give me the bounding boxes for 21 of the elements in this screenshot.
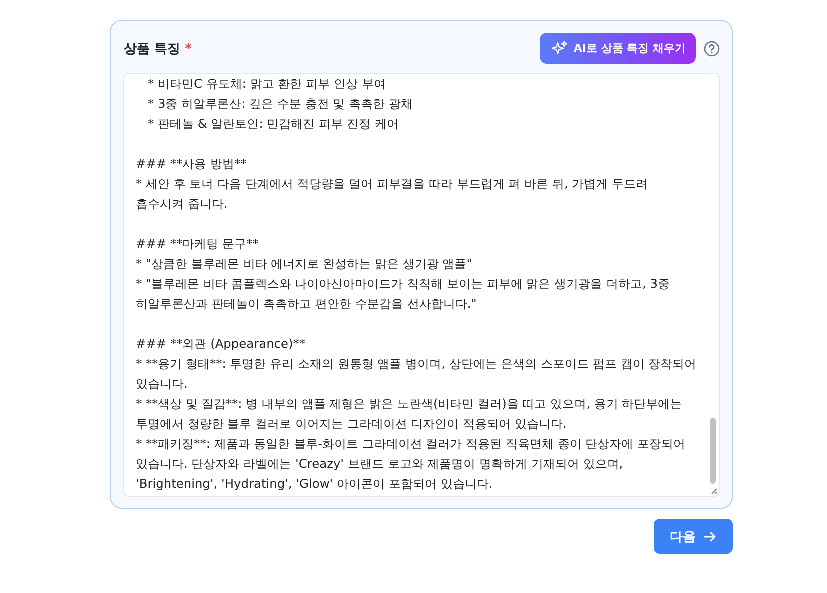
sparkle-icon — [552, 40, 568, 56]
text-paragraph: * **색상 및 질감**: 병 내부의 앰플 제형은 밝은 노란색(비타민 컬러)을 띠고 있으며, 용기 하단부에는 투명에서 청량한 블루 컬러로 이어지는 그라데이션 디자인이 적용되어 있습니다. — [136, 396, 684, 433]
next-button[interactable]: 다음 — [654, 519, 733, 554]
arrow-right-icon — [704, 530, 717, 542]
text-paragraph: * 비타민C 유도체: 맑고 환한 피부 인상 부여 — [147, 76, 387, 93]
text-paragraph: * 3중 히알루론산: 깊은 수분 충전 및 촉촉한 광채 — [147, 96, 414, 113]
text-paragraph: * "블루레몬 비타 콤플렉스와 나이아신아마이드가 칙칙해 보이는 피부에 맑은 생기광을 더하고, 3중 히알루론산과 판테놀이 촉촉하고 편안한 수분감을 선사합니다." — [136, 276, 671, 313]
text-paragraph: * 세안 후 토너 다음 단계에서 적당량을 덜어 피부결을 따라 부드럽게 펴 바른 뒤, 가볍게 두드려 흡수시켜 줍니다. — [136, 176, 650, 213]
text-paragraph: ### **외관 (Appearance)** — [136, 336, 306, 353]
help-icon[interactable] — [704, 40, 720, 56]
field-label: 상품 특징 * — [123, 40, 193, 58]
resize-handle-icon[interactable] — [710, 487, 718, 495]
ai-fill-button[interactable]: AI로 상품 특징 채우기 — [540, 33, 696, 64]
text-paragraph: ### **사용 방법** — [136, 156, 248, 173]
text-paragraph: * **패키징**: 제품과 동일한 블루-화이트 그라데이션 컬러가 적용된 직육면체 종이 단상자에 포장되어 있습니다. 단상자와 라벨에는 'Creazy' 브랜드 로고와 제품명이 명확하게 기재되어 있으며, 'Brightening', 'Hydrating', 'Glow' 아이콘이 포함되어 있습니다. — [136, 436, 687, 493]
text-area[interactable] — [123, 73, 720, 497]
text-paragraph: ### **마케팅 문구** — [136, 236, 260, 253]
scrollbar-thumb[interactable] — [710, 418, 716, 484]
text-paragraph: * **용기 형태**: 투명한 유리 소재의 원통형 앰플 병이며, 상단에는 은색의 스포이드 펌프 캡이 장착되어 있습니다. — [136, 356, 697, 393]
text-paragraph: * 판테놀 & 알란토인: 민감해진 피부 진정 케어 — [147, 116, 400, 133]
text-paragraph: * "상큼한 블루레몬 비타 에너지로 완성하는 맑은 생기광 앰플" — [136, 256, 474, 273]
